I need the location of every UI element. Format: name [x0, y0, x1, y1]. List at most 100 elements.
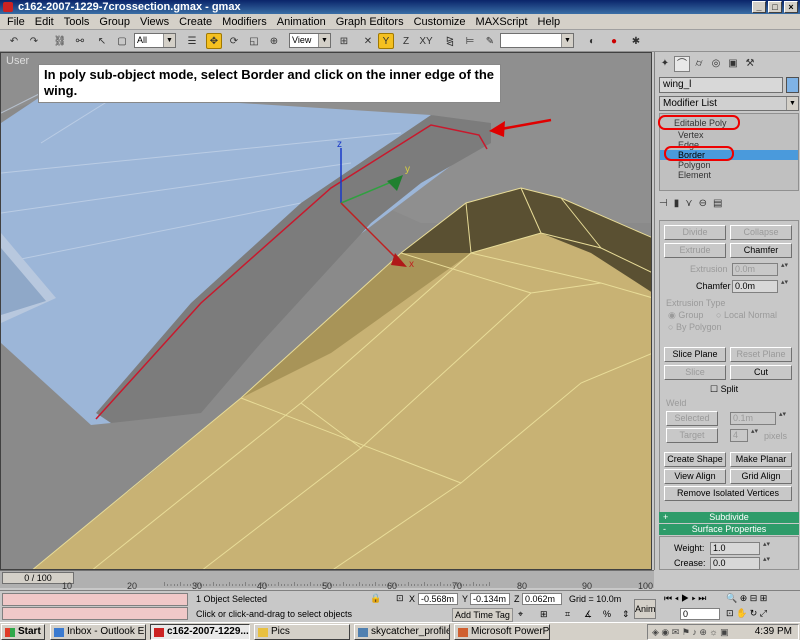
surface-properties-rollout-header[interactable]: - Surface Properties	[659, 524, 799, 535]
align-icon[interactable]: ⊨	[462, 33, 478, 49]
weight-spinner[interactable]: 1.0	[710, 542, 769, 555]
slice-plane-button[interactable]: Slice Plane	[664, 347, 726, 362]
rotate-icon[interactable]: ⟳	[226, 33, 242, 49]
viewport-nav-controls-2[interactable]: ⊡ ✋ ↻ ⤢	[726, 607, 767, 619]
menu-help[interactable]: Help	[533, 16, 566, 28]
make-unique-icon[interactable]: ⋎	[685, 198, 692, 212]
percent-snap-icon[interactable]: %	[603, 608, 611, 620]
menu-animation[interactable]: Animation	[272, 16, 331, 28]
menu-edit[interactable]: Edit	[30, 16, 59, 28]
motion-tab-icon[interactable]: ◎	[708, 56, 724, 72]
menu-graph-editors[interactable]: Graph Editors	[331, 16, 409, 28]
slice-button[interactable]: Slice	[664, 365, 726, 380]
stack-vertex[interactable]: Vertex	[660, 130, 798, 140]
weld-selected-button[interactable]: Selected	[666, 411, 718, 426]
minimize-button[interactable]: _	[752, 1, 766, 13]
weld-threshold-spinner[interactable]: 0.1m	[730, 412, 785, 425]
chamfer-button[interactable]: Chamfer	[730, 243, 792, 258]
material-editor-icon[interactable]: ◐	[584, 33, 600, 49]
object-name-field[interactable]: wing_l	[659, 77, 783, 93]
maximize-button[interactable]: □	[768, 1, 782, 13]
make-planar-button[interactable]: Make Planar	[730, 452, 792, 467]
set-key-icon[interactable]: ⊞	[540, 608, 548, 620]
menu-group[interactable]: Group	[94, 16, 135, 28]
menu-modifiers[interactable]: Modifiers	[217, 16, 272, 28]
current-frame-field[interactable]: 0	[680, 608, 720, 620]
extrusion-spinner[interactable]: 0.0m	[732, 263, 787, 276]
radio-by-polygon[interactable]: ○ By Polygon	[668, 322, 721, 332]
menu-create[interactable]: Create	[174, 16, 217, 28]
utilities-tab-icon[interactable]: ⚒	[742, 56, 758, 72]
task-outlook[interactable]: Inbox - Outlook E...	[50, 624, 146, 640]
hierarchy-tab-icon[interactable]: ⌭	[691, 56, 707, 72]
task-pics[interactable]: Pics	[254, 624, 350, 640]
collapse-button[interactable]: Collapse	[730, 225, 792, 240]
snap-toggle-icon[interactable]: ⌗	[565, 608, 570, 620]
start-button[interactable]: Start	[1, 624, 45, 640]
configure-sets-icon[interactable]: ▤	[713, 198, 722, 212]
restrict-x-icon[interactable]: ✕	[360, 33, 376, 49]
viewport-label[interactable]: User	[6, 55, 29, 67]
undo-icon[interactable]: ↶	[6, 33, 22, 49]
remove-isolated-vertices-button[interactable]: Remove Isolated Vertices	[664, 486, 792, 501]
grid-align-button[interactable]: Grid Align	[730, 469, 792, 484]
animate-button[interactable]: Anim	[634, 599, 656, 619]
create-shape-button[interactable]: Create Shape	[664, 452, 726, 467]
pin-stack-icon[interactable]: ⊣	[659, 198, 668, 212]
task-powerpoint[interactable]: Microsoft PowerP...	[454, 624, 550, 640]
stack-polygon[interactable]: Polygon	[660, 160, 798, 170]
maxscript-output-mini[interactable]	[2, 607, 188, 620]
render-icon[interactable]: ●	[606, 33, 622, 49]
display-tab-icon[interactable]: ▣	[725, 56, 741, 72]
viewport-nav-controls[interactable]: 🔍 ⊕ ⊟ ⊞	[726, 592, 767, 604]
restrict-z-icon[interactable]: Z	[398, 33, 414, 49]
restrict-xy-icon[interactable]: XY	[418, 33, 434, 49]
radio-group[interactable]: ◉ Group	[668, 310, 703, 321]
anim-playback-controls[interactable]: ⏮ ◂ ▶ ▸ ⏭	[664, 592, 706, 604]
user-viewport[interactable]: z y x User In poly sub-object mode, sele…	[0, 52, 652, 570]
target-pixels-spinner[interactable]: 4	[730, 429, 757, 442]
y-coordinate-field[interactable]: -0.134m	[470, 593, 510, 605]
split-checkbox[interactable]: ☐ Split	[710, 384, 738, 395]
reset-plane-button[interactable]: Reset Plane	[730, 347, 792, 362]
menu-views[interactable]: Views	[135, 16, 174, 28]
move-icon[interactable]: ✥	[206, 33, 222, 49]
use-center-icon[interactable]: ⊞	[336, 33, 352, 49]
tray-icons[interactable]: ◈ ◉ ✉ ⚑ ♪ ⊕ ☼ ▣	[652, 625, 729, 639]
link-icon[interactable]: ⛓	[52, 33, 68, 49]
region-select-icon[interactable]: ▢	[114, 33, 130, 49]
scale-icon[interactable]: ◱	[246, 33, 262, 49]
remove-modifier-icon[interactable]: ⊖	[699, 198, 707, 212]
close-button[interactable]: ×	[784, 1, 798, 13]
modifier-list-select[interactable]: Modifier List	[659, 96, 799, 111]
divide-button[interactable]: Divide	[664, 225, 726, 240]
object-color-swatch[interactable]	[786, 77, 799, 93]
unlink-icon[interactable]: ⚯	[72, 33, 88, 49]
create-tab-icon[interactable]: ✦	[657, 56, 673, 72]
cut-button[interactable]: Cut	[730, 365, 792, 380]
restrict-y-icon[interactable]: Y	[378, 33, 394, 49]
maxscript-listener-mini[interactable]	[2, 593, 188, 606]
stack-element[interactable]: Element	[660, 170, 798, 180]
x-coordinate-field[interactable]: -0.568m	[418, 593, 458, 605]
menu-maxscript[interactable]: MAXScript	[471, 16, 533, 28]
selection-filter-select[interactable]: All	[134, 33, 176, 48]
modify-tab-icon[interactable]: ⌒	[674, 56, 690, 72]
show-end-result-icon[interactable]: ▮	[674, 198, 680, 212]
menu-file[interactable]: File	[2, 16, 30, 28]
weld-target-button[interactable]: Target	[666, 428, 718, 443]
menu-customize[interactable]: Customize	[409, 16, 471, 28]
spinner-snap-icon[interactable]: ⇕	[622, 608, 630, 620]
quick-render-icon[interactable]: ✱	[628, 33, 644, 49]
menu-tools[interactable]: Tools	[59, 16, 95, 28]
angle-snap-icon[interactable]: ∡	[584, 608, 592, 620]
select-icon[interactable]: ↖	[94, 33, 110, 49]
redo-icon[interactable]: ↷	[26, 33, 42, 49]
reference-coord-select[interactable]: View	[289, 33, 331, 48]
add-time-tag-button[interactable]: Add Time Tag	[452, 608, 513, 622]
crease-spinner[interactable]: 0.0	[710, 557, 769, 570]
select-by-name-icon[interactable]: ☰	[184, 33, 200, 49]
snap-icon[interactable]: ✎	[482, 33, 498, 49]
extrude-button[interactable]: Extrude	[664, 243, 726, 258]
chamfer-spinner[interactable]: 0.0m	[732, 280, 787, 293]
